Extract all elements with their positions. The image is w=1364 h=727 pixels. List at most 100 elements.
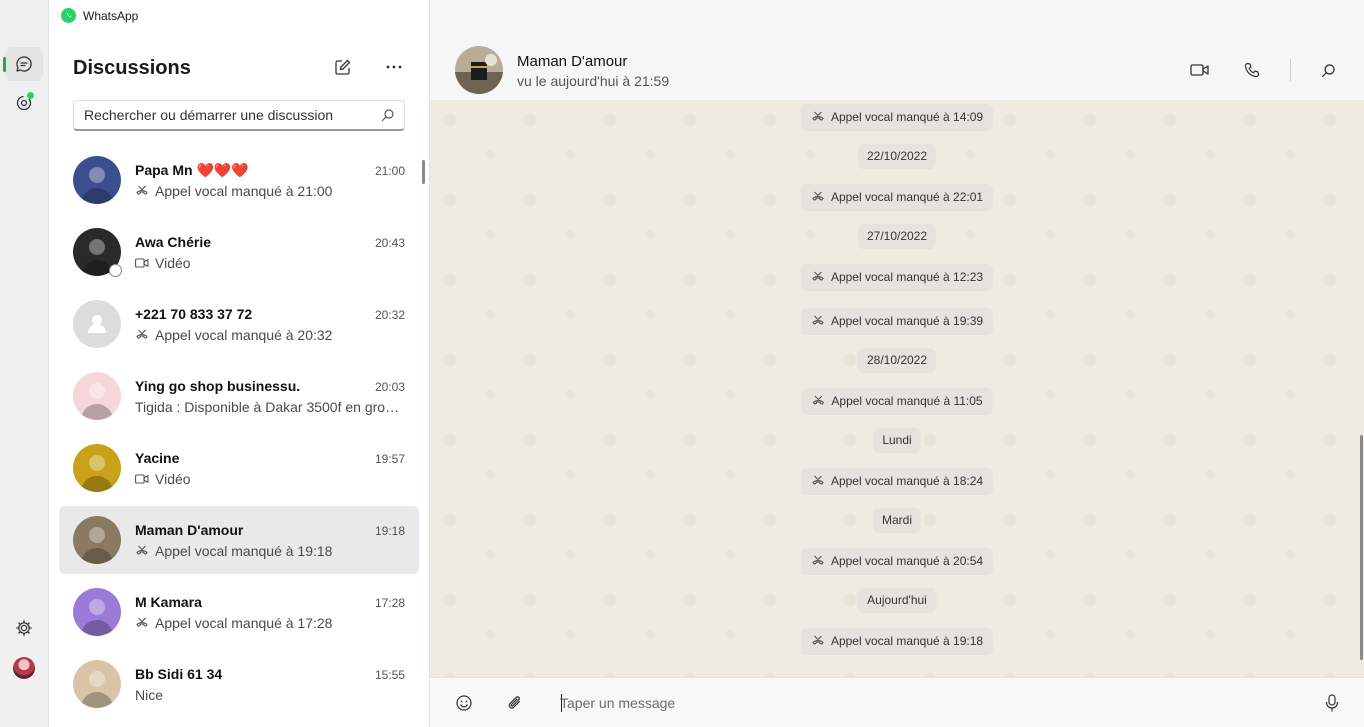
rail-settings-button[interactable] bbox=[5, 611, 43, 645]
contact-last-seen: vu le aujourd'hui à 21:59 bbox=[517, 73, 670, 89]
chat-avatar bbox=[73, 300, 121, 348]
attach-button[interactable] bbox=[503, 691, 527, 715]
more-options-button[interactable] bbox=[383, 56, 405, 78]
compose-icon bbox=[335, 59, 351, 75]
chat-preview: Appel vocal manqué à 21:00 bbox=[135, 183, 405, 199]
date-separator: Aujourd'hui bbox=[858, 588, 936, 612]
chat-preview: Appel vocal manqué à 17:28 bbox=[135, 615, 405, 631]
search-input[interactable] bbox=[74, 101, 364, 128]
missed-call-message: Appel vocal manqué à 22:01 bbox=[800, 184, 994, 210]
video-icon bbox=[135, 258, 149, 268]
chat-preview-text: Appel vocal manqué à 20:32 bbox=[155, 327, 333, 343]
chat-preview-text: Appel vocal manqué à 19:18 bbox=[155, 543, 333, 559]
date-label: 27/10/2022 bbox=[866, 229, 928, 243]
composer-bar bbox=[430, 677, 1364, 727]
missed-call-message: Appel vocal manqué à 12:23 bbox=[800, 264, 994, 290]
date-separator: 22/10/2022 bbox=[857, 144, 937, 168]
sidebar-scrollbar[interactable] bbox=[422, 160, 425, 184]
missed-call-message: Appel vocal manqué à 19:18 bbox=[800, 628, 994, 654]
missed-call-message: Appel vocal manqué à 11:05 bbox=[801, 388, 993, 414]
missed-call-message: Appel vocal manqué à 20:54 bbox=[800, 548, 994, 574]
chat-time: 15:55 bbox=[374, 668, 405, 682]
conversation-header: Maman D'amour vu le aujourd'hui à 21:59 bbox=[430, 0, 1364, 100]
active-indicator bbox=[3, 57, 6, 72]
message-text: Appel vocal manqué à 18:24 bbox=[830, 474, 984, 488]
video-icon bbox=[135, 474, 149, 484]
chat-name: M Kamara bbox=[135, 594, 202, 610]
chat-preview: Nice bbox=[135, 687, 405, 703]
chat-avatar bbox=[73, 588, 121, 636]
chat-list-item[interactable]: Awa Chérie 20:43 Vidéo bbox=[59, 218, 419, 286]
voice-call-button[interactable] bbox=[1240, 58, 1264, 82]
voice-message-button[interactable] bbox=[1320, 691, 1344, 715]
contact-avatar[interactable] bbox=[455, 46, 503, 94]
chat-name: Yacine bbox=[135, 450, 180, 466]
chat-name: Awa Chérie bbox=[135, 234, 211, 250]
microphone-icon bbox=[1325, 694, 1339, 712]
missed-call-icon bbox=[812, 475, 824, 485]
chat-list-item[interactable]: +221 70 833 37 72 20:32 Appel vocal manqué… bbox=[59, 290, 419, 358]
date-label: 28/10/2022 bbox=[866, 353, 928, 367]
message-area: Appel vocal manqué à 14:09 22/10/2022 Appe… bbox=[430, 100, 1364, 677]
rail-chats-button[interactable] bbox=[3, 47, 43, 81]
profile-avatar[interactable] bbox=[13, 657, 35, 679]
chat-list-item[interactable]: Bb Sidi 61 34 15:55 Nice bbox=[59, 650, 419, 718]
search-icon bbox=[381, 109, 394, 122]
chat-time: 17:28 bbox=[374, 596, 405, 610]
chat-avatar bbox=[73, 660, 121, 708]
chat-time: 19:18 bbox=[374, 524, 405, 538]
sidebar-title: Discussions bbox=[73, 57, 191, 79]
chat-preview: Tigida : Disponible à Dakar 3500f en gro… bbox=[135, 399, 405, 415]
search-icon bbox=[1321, 63, 1335, 77]
chat-name: Ying go shop businessu. bbox=[135, 378, 301, 394]
emoji-icon bbox=[456, 695, 472, 711]
video-call-button[interactable] bbox=[1188, 58, 1212, 82]
chat-preview-text: Vidéo bbox=[155, 255, 191, 271]
chat-name: +221 70 833 37 72 bbox=[135, 306, 253, 322]
missed-call-message: Appel vocal manqué à 18:24 bbox=[800, 468, 994, 494]
chat-list-item[interactable]: Maman D'amour 19:18 Appel vocal manqué à 1… bbox=[59, 506, 419, 574]
message-text: Appel vocal manqué à 22:01 bbox=[830, 190, 984, 204]
chat-sidebar: WhatsApp Discussions Papa Mn ❤️❤️❤️ 21:00… bbox=[49, 0, 430, 727]
missed-call-icon bbox=[136, 545, 148, 555]
chat-list-item[interactable]: M Kamara 17:28 Appel vocal manqué à 17:28 bbox=[59, 578, 419, 646]
new-chat-button[interactable] bbox=[332, 56, 354, 78]
chat-preview-text: Appel vocal manqué à 21:00 bbox=[155, 183, 333, 199]
date-separator: 28/10/2022 bbox=[857, 348, 937, 372]
date-separator: Lundi bbox=[873, 428, 921, 452]
message-text: Appel vocal manqué à 19:39 bbox=[830, 314, 984, 328]
text-caret bbox=[561, 694, 562, 712]
message-text: Appel vocal manqué à 12:23 bbox=[830, 270, 984, 284]
missed-call-icon bbox=[812, 271, 824, 281]
message-scrollbar[interactable] bbox=[1360, 435, 1363, 660]
date-label: 22/10/2022 bbox=[866, 149, 928, 163]
missed-call-icon bbox=[136, 329, 148, 339]
chat-preview-text: Vidéo bbox=[155, 471, 191, 487]
missed-call-icon bbox=[812, 555, 824, 565]
rail-status-button[interactable] bbox=[5, 86, 43, 120]
date-label: Mardi bbox=[881, 513, 913, 527]
chat-preview: Appel vocal manqué à 20:32 bbox=[135, 327, 405, 343]
message-input[interactable] bbox=[560, 690, 1300, 716]
chat-list-item[interactable]: Papa Mn ❤️❤️❤️ 21:00 Appel vocal manqué à … bbox=[59, 146, 419, 214]
message-text: Appel vocal manqué à 14:09 bbox=[830, 110, 984, 124]
missed-call-icon bbox=[812, 635, 824, 645]
missed-call-icon bbox=[812, 395, 824, 405]
date-separator: 27/10/2022 bbox=[857, 224, 937, 248]
chat-preview-text: Tigida : Disponible à Dakar 3500f en gro… bbox=[135, 399, 405, 415]
missed-call-icon bbox=[812, 315, 824, 325]
app-title-label: WhatsApp bbox=[83, 8, 139, 23]
chat-time: 19:57 bbox=[374, 452, 405, 466]
contact-name[interactable]: Maman D'amour bbox=[517, 53, 627, 70]
missed-call-icon bbox=[812, 191, 824, 201]
missed-call-icon bbox=[812, 111, 824, 121]
emoji-button[interactable] bbox=[452, 691, 476, 715]
message-text: Appel vocal manqué à 20:54 bbox=[830, 554, 984, 568]
search-field[interactable] bbox=[73, 100, 405, 131]
chat-list-item[interactable]: Ying go shop businessu. 20:03 Tigida : Dis… bbox=[59, 362, 419, 430]
chat-list-item[interactable]: Yacine 19:57 Vidéo bbox=[59, 434, 419, 502]
chat-name: Bb Sidi 61 34 bbox=[135, 666, 223, 682]
missed-call-message: Appel vocal manqué à 14:09 bbox=[800, 104, 994, 130]
conversation-search-button[interactable] bbox=[1316, 58, 1340, 82]
nav-rail bbox=[0, 0, 49, 727]
